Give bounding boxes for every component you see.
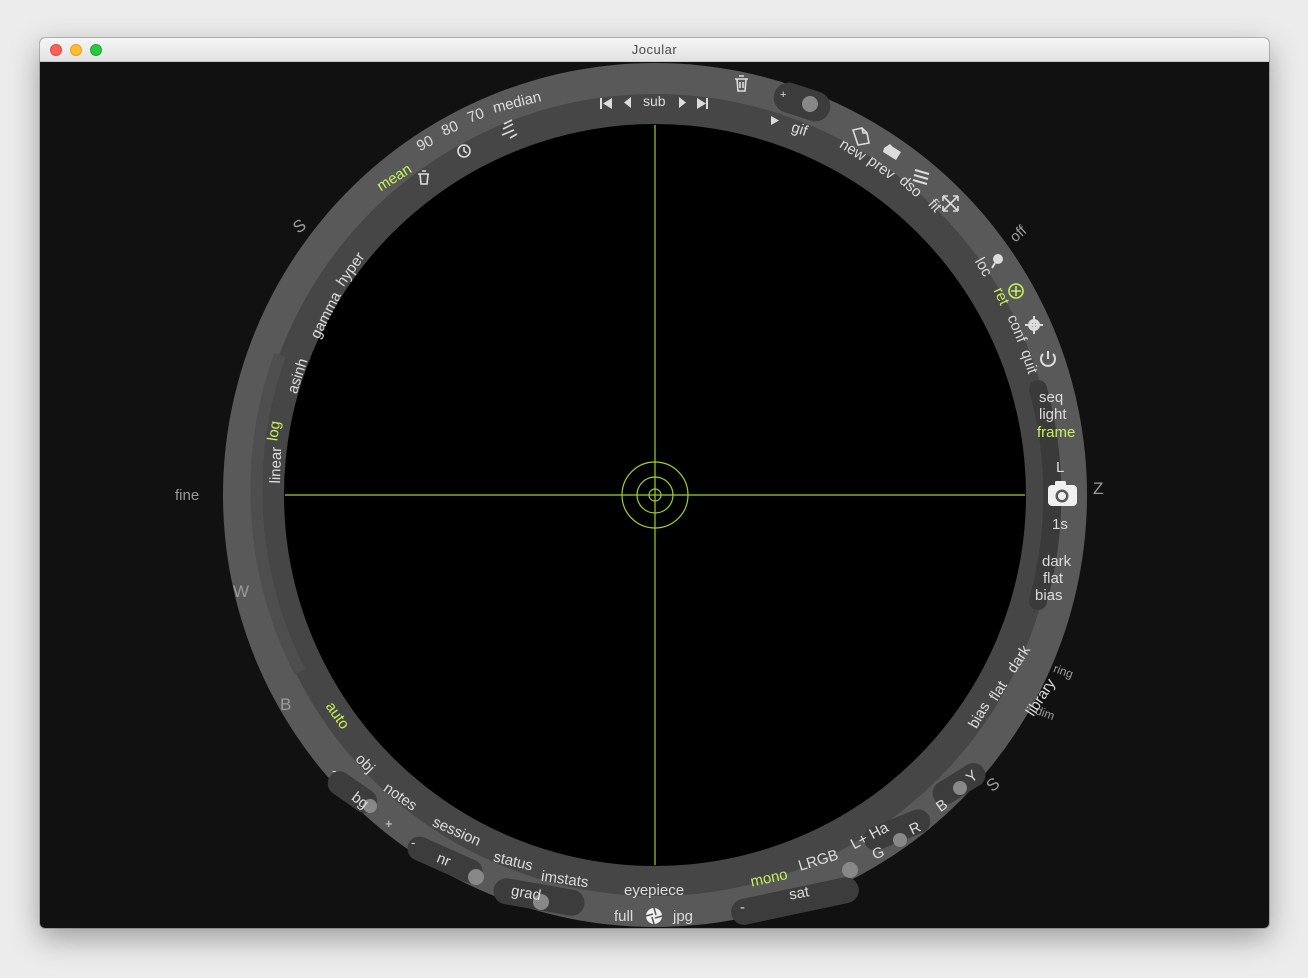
exposure-label[interactable]: 1s: [1052, 516, 1068, 533]
bg-plus-label[interactable]: +: [385, 816, 393, 831]
jpg-button[interactable]: jpg: [672, 908, 693, 925]
eyepiece-button[interactable]: eyepiece: [624, 882, 684, 899]
compass-n-label: S: [289, 215, 309, 237]
calib-flat-option[interactable]: flat: [1043, 570, 1064, 587]
app-window: Jocular S W Z S B fine off ring dim medi…: [40, 38, 1269, 928]
frame-type-frame[interactable]: frame: [1037, 424, 1075, 441]
transform-log-option[interactable]: log: [264, 420, 284, 442]
ring-label[interactable]: ring: [1052, 661, 1076, 681]
rg-knob[interactable]: [893, 833, 907, 847]
filter-label[interactable]: L: [1056, 459, 1064, 476]
by-knob[interactable]: [953, 781, 967, 795]
sub-label: sub: [643, 93, 666, 109]
nr-minus-label[interactable]: -: [411, 835, 415, 850]
bg-minus-label[interactable]: -: [332, 763, 336, 778]
eyepiece-view: S W Z S B fine off ring dim median 70 80…: [175, 63, 1103, 927]
calib-bias-option[interactable]: bias: [1035, 587, 1063, 604]
transform-linear-option[interactable]: linear: [267, 447, 285, 484]
compass-w-label: W: [233, 582, 249, 601]
compass-e-label: Z: [1093, 479, 1103, 498]
fine-label[interactable]: fine: [175, 487, 199, 504]
frame-type-light[interactable]: light: [1039, 406, 1067, 423]
zoom-plus-label[interactable]: +: [780, 89, 786, 101]
reticle-icon[interactable]: [1008, 283, 1024, 299]
aperture-icon[interactable]: [645, 907, 663, 925]
sat-label: sat: [788, 883, 811, 903]
sat-minus-label[interactable]: -: [740, 899, 745, 916]
compass-s-label: S: [983, 774, 1004, 796]
sat-knob[interactable]: [842, 862, 858, 878]
b-label: B: [280, 695, 291, 714]
full-button[interactable]: full: [614, 908, 633, 925]
frame-type-seq[interactable]: seq: [1039, 389, 1063, 406]
off-label[interactable]: off: [1007, 222, 1031, 246]
nr-knob[interactable]: [468, 869, 484, 885]
zoom-knob[interactable]: [802, 96, 818, 112]
calib-dark-option[interactable]: dark: [1042, 553, 1072, 570]
